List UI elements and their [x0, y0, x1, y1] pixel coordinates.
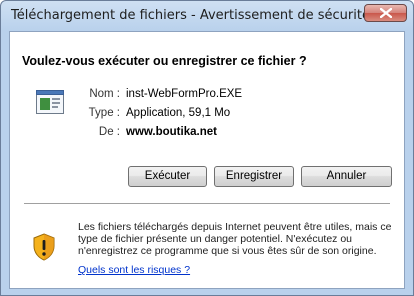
from-label: De :	[98, 126, 120, 138]
cancel-button[interactable]: Annuler	[301, 166, 392, 187]
window-title: Téléchargement de fichiers - Avertisseme…	[11, 8, 370, 23]
security-warning-text: Les fichiers téléchargés depuis Internet…	[78, 221, 392, 257]
close-button[interactable]	[364, 4, 407, 22]
save-button[interactable]: Enregistrer	[214, 166, 294, 187]
risks-link[interactable]: Quels sont les risques ?	[78, 264, 190, 276]
close-icon	[380, 8, 392, 18]
run-button[interactable]: Exécuter	[128, 166, 207, 187]
file-type: Application, 59,1 Mo	[126, 107, 231, 119]
dialog-body: Voulez-vous exécuter ou enregistrer ce f…	[9, 31, 405, 289]
download-security-dialog: Téléchargement de fichiers - Avertisseme…	[0, 0, 414, 296]
application-file-icon	[36, 90, 64, 119]
divider	[24, 203, 390, 205]
dialog-question: Voulez-vous exécuter ou enregistrer ce f…	[22, 54, 307, 68]
name-label: Nom :	[89, 88, 120, 100]
file-name: inst-WebFormPro.EXE	[126, 88, 243, 100]
file-source: www.boutika.net	[126, 126, 217, 138]
type-label: Type :	[88, 107, 120, 119]
security-shield-icon	[32, 233, 56, 266]
title-bar[interactable]: Téléchargement de fichiers - Avertisseme…	[1, 1, 413, 31]
